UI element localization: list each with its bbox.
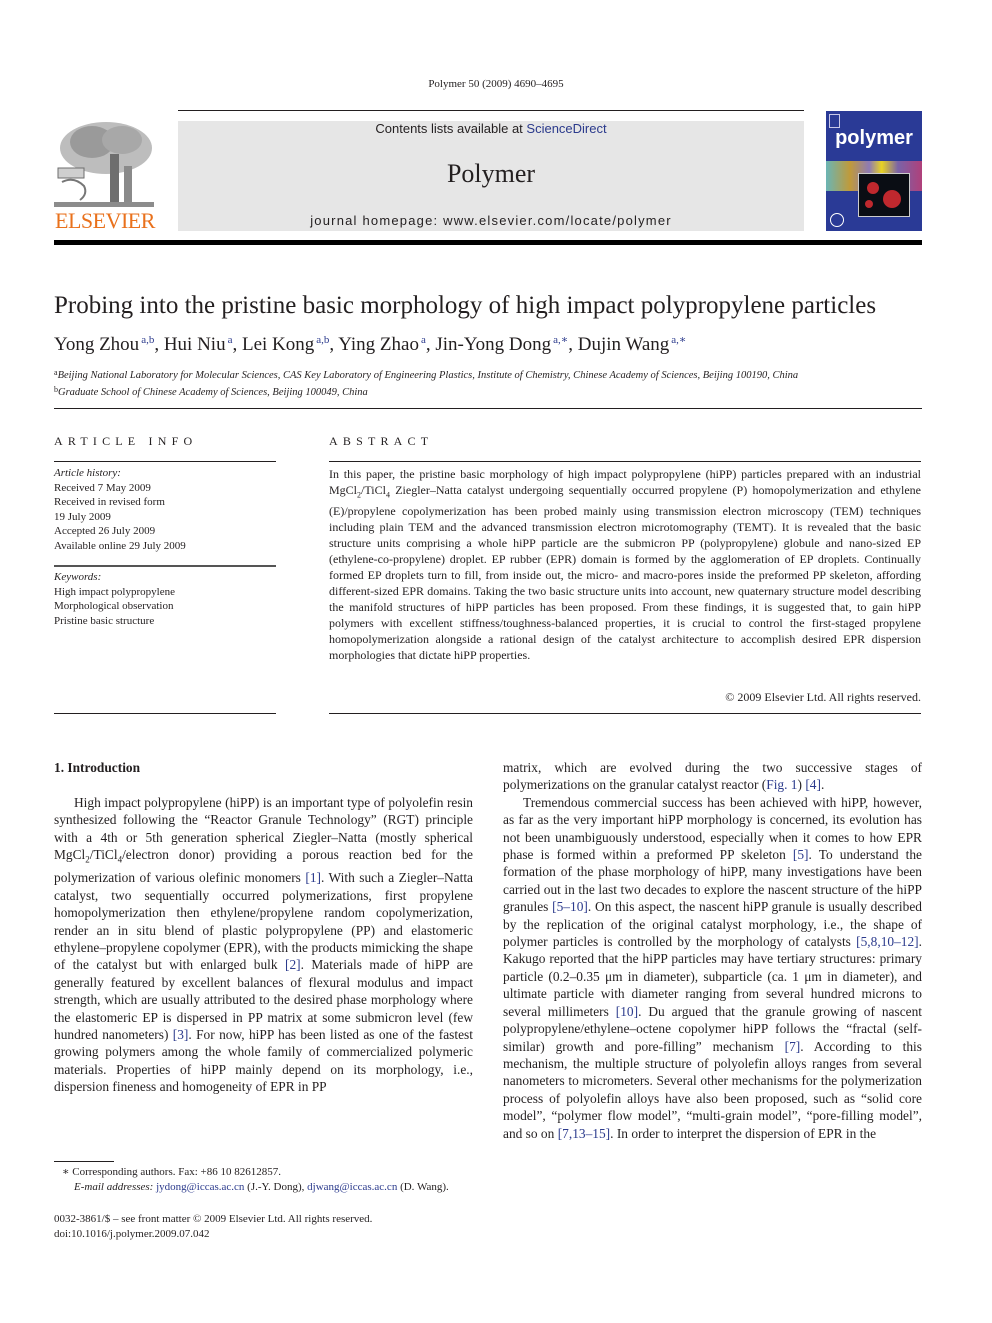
history-item: Received in revised form — [54, 496, 165, 508]
history-label: Article history: — [54, 467, 121, 479]
journal-name: Polymer — [446, 159, 536, 188]
abstract-rule — [329, 461, 921, 462]
email-line: E-mail addresses: jydong@iccas.ac.cn (J.… — [54, 1180, 484, 1195]
email-link[interactable]: djwang@iccas.ac.cn — [307, 1181, 397, 1193]
history-item: Available online 29 July 2009 — [54, 539, 186, 552]
section-heading-introduction: 1. Introduction — [54, 760, 141, 775]
abstract-bottom-rule — [329, 713, 921, 714]
body-text: . In order to interpret the dispersion o… — [610, 1125, 877, 1141]
article-title: Probing into the pristine basic morpholo… — [54, 292, 877, 319]
affiliations: aBeijing National Laboratory for Molecul… — [54, 366, 934, 400]
body-text: . — [820, 777, 825, 793]
masthead-bottom-rule — [54, 240, 922, 245]
author-affiliation-mark[interactable]: a,b — [141, 334, 154, 346]
corresponding-author-footnote: ∗ Corresponding authors. Fax: +86 10 826… — [54, 1165, 484, 1195]
paragraph: High impact polypropylene (hiPP) is an i… — [54, 794, 473, 1096]
author-affiliation-mark[interactable]: a,∗ — [553, 334, 568, 346]
affiliation-a: aBeijing National Laboratory for Molecul… — [54, 366, 934, 383]
email-owner: (D. Wang). — [397, 1181, 449, 1193]
contents-prefix: Contents lists available at — [375, 121, 527, 136]
author-name[interactable]: Ying Zhao — [338, 334, 419, 355]
cover-badge-icon — [830, 213, 844, 227]
reference-link[interactable]: [1] — [305, 870, 321, 885]
journal-cover-image[interactable]: polymer — [826, 111, 922, 231]
body-text: matrix, which are evolved during the two… — [503, 760, 922, 793]
author-name[interactable]: Yong Zhou — [54, 334, 139, 355]
email-owner: (J.-Y. Dong), — [244, 1181, 308, 1193]
article-info-bottom-rule — [54, 713, 276, 714]
abstract-heading: ABSTRACT — [329, 434, 434, 448]
body-text: /TiCl — [89, 847, 118, 863]
history-item: Received 7 May 2009 — [54, 481, 151, 494]
paragraph: Tremendous commercial success has been a… — [503, 794, 922, 1142]
abstract-text: /TiCl — [361, 483, 386, 497]
reference-link[interactable]: [10] — [616, 1004, 638, 1019]
article-info-rule — [54, 461, 276, 462]
reference-link[interactable]: [2] — [285, 957, 301, 972]
author-name[interactable]: Hui Niu — [164, 334, 226, 355]
keyword: High impact polypropylene — [54, 585, 175, 598]
keywords-label: Keywords: — [54, 571, 102, 583]
author-list: Yong Zhou a,b, Hui Niu a, Lei Kong a,b, Yin… — [54, 334, 687, 355]
corresponding-line: ∗ Corresponding authors. Fax: +86 10 826… — [62, 1166, 282, 1178]
article-info-heading: ARTICLE INFO — [54, 434, 198, 448]
reference-link[interactable]: [5–10] — [552, 899, 588, 914]
elsevier-wordmark: ELSEVIER — [55, 208, 155, 233]
abstract-body: In this paper, the pristine basic morpho… — [329, 466, 921, 663]
body-right-column: matrix, which are evolved during the two… — [503, 759, 922, 1142]
doi-line[interactable]: doi:10.1016/j.polymer.2009.07.042 — [54, 1227, 484, 1242]
affiliations-divider — [54, 408, 922, 409]
figure-link[interactable]: Fig. 1 — [766, 777, 797, 792]
front-matter: 0032-3861/$ – see front matter © 2009 El… — [54, 1212, 484, 1242]
keyword: Morphological observation — [54, 600, 174, 612]
reference-link[interactable]: [4] — [805, 777, 821, 792]
reference-link[interactable]: [7,13–15] — [558, 1126, 610, 1141]
cover-blob — [865, 200, 873, 208]
reference-link[interactable]: [7] — [785, 1039, 801, 1054]
keywords-rule — [54, 565, 276, 567]
author-name[interactable]: Lei Kong — [242, 334, 314, 355]
affiliation-text: Beijing National Laboratory for Molecula… — [57, 370, 799, 381]
author-affiliation-mark[interactable]: a — [228, 334, 233, 346]
history-item: 19 July 2009 — [54, 510, 111, 523]
author-affiliation-mark[interactable]: a,∗ — [671, 334, 686, 346]
elsevier-tree-icon — [54, 120, 154, 210]
affiliation-text: Graduate School of Chinese Academy of Sc… — [58, 387, 368, 398]
cover-blob — [883, 190, 901, 208]
author-affiliation-mark[interactable]: a,b — [316, 334, 329, 346]
journal-citation: Polymer 50 (2009) 4690–4695 — [428, 78, 564, 90]
keyword: Pristine basic structure — [54, 614, 155, 627]
cover-title: polymer — [835, 127, 913, 149]
footnote-rule — [54, 1161, 114, 1162]
body-left-column: High impact polypropylene (hiPP) is an i… — [54, 794, 473, 1096]
cover-inset-image — [858, 173, 910, 217]
article-history: Article history: Received 7 May 2009 Rec… — [54, 466, 276, 553]
abstract-copyright: © 2009 Elsevier Ltd. All rights reserved… — [725, 690, 921, 704]
email-label: E-mail addresses: — [74, 1181, 157, 1193]
author-affiliation-mark[interactable]: a — [421, 334, 426, 346]
reference-link[interactable]: [5,8,10–12] — [856, 934, 918, 949]
author-name[interactable]: Dujin Wang — [578, 334, 670, 355]
abstract-text: Ziegler–Natta catalyst undergoing sequen… — [329, 483, 921, 663]
reference-link[interactable]: [3] — [173, 1027, 189, 1042]
reference-link[interactable]: [5] — [793, 847, 809, 862]
cover-corner-icon — [829, 114, 840, 128]
contents-available-line: Contents lists available at ScienceDirec… — [178, 121, 804, 137]
journal-homepage-link[interactable]: journal homepage: www.elsevier.com/locat… — [178, 213, 804, 228]
affiliation-b: bGraduate School of Chinese Academy of S… — [54, 383, 934, 400]
author-name[interactable]: Jin-Yong Dong — [435, 334, 551, 355]
journal-masthead: Contents lists available at ScienceDirec… — [178, 121, 804, 231]
sciencedirect-link[interactable]: ScienceDirect — [526, 121, 606, 136]
issn-line: 0032-3861/$ – see front matter © 2009 El… — [54, 1213, 373, 1225]
email-link[interactable]: jydong@iccas.ac.cn — [156, 1181, 244, 1193]
masthead-top-rule — [178, 110, 804, 111]
keywords: Keywords: High impact polypropylene Morp… — [54, 570, 276, 628]
paragraph: matrix, which are evolved during the two… — [503, 759, 922, 794]
elsevier-logo[interactable]: ELSEVIER — [54, 120, 156, 232]
cover-blob — [867, 182, 879, 194]
history-item: Accepted 26 July 2009 — [54, 525, 156, 537]
